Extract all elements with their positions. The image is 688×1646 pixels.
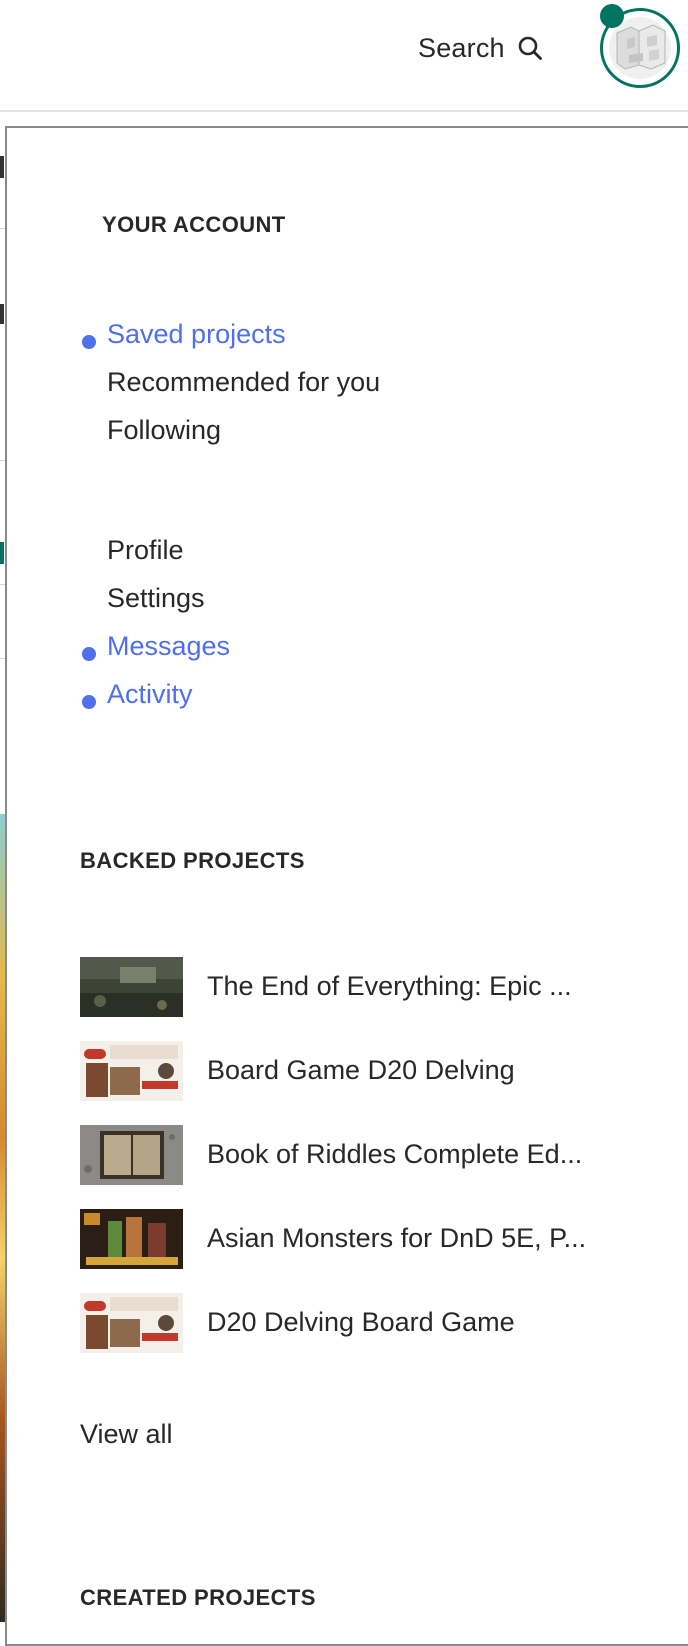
- menu-link-messages[interactable]: Messages: [107, 631, 230, 662]
- backed-project-item[interactable]: Board Game D20 Delving: [80, 1041, 640, 1101]
- search-button[interactable]: Search: [418, 28, 543, 68]
- project-title: Board Game D20 Delving: [207, 1055, 515, 1085]
- active-indicator: [82, 695, 96, 709]
- menu-link-settings[interactable]: Settings: [107, 583, 205, 614]
- menu-link-profile[interactable]: Profile: [107, 535, 184, 566]
- search-label: Search: [418, 32, 505, 63]
- your-account-heading: YOUR ACCOUNT: [102, 212, 286, 237]
- project-title: Asian Monsters for DnD 5E, P...: [207, 1223, 587, 1253]
- site-header: Search: [0, 0, 688, 112]
- notification-dot: [600, 4, 624, 28]
- view-all-link[interactable]: View all: [80, 1419, 173, 1450]
- project-thumbnail: [80, 957, 183, 1017]
- active-indicator: [82, 335, 96, 349]
- created-projects-heading: CREATED PROJECTS: [80, 1585, 316, 1610]
- project-thumbnail: [80, 1041, 183, 1101]
- backed-projects-heading: BACKED PROJECTS: [80, 848, 305, 873]
- backed-project-item[interactable]: Asian Monsters for DnD 5E, P...: [80, 1209, 640, 1269]
- avatar: [609, 17, 671, 79]
- backed-project-item[interactable]: Book of Riddles Complete Ed...: [80, 1125, 640, 1185]
- project-thumbnail: [80, 1209, 183, 1269]
- search-icon: [517, 35, 543, 61]
- project-title: Book of Riddles Complete Ed...: [207, 1139, 583, 1169]
- menu-link-saved-projects[interactable]: Saved projects: [107, 319, 286, 350]
- backed-project-item[interactable]: D20 Delving Board Game: [80, 1293, 640, 1353]
- active-indicator: [82, 647, 96, 661]
- menu-link-activity[interactable]: Activity: [107, 679, 193, 710]
- project-title: The End of Everything: Epic ...: [207, 971, 572, 1001]
- menu-link-following[interactable]: Following: [107, 415, 221, 446]
- project-title: D20 Delving Board Game: [207, 1307, 515, 1337]
- project-thumbnail: [80, 1125, 183, 1185]
- project-thumbnail: [80, 1293, 183, 1353]
- menu-link-recommended[interactable]: Recommended for you: [107, 367, 380, 398]
- backed-project-item[interactable]: The End of Everything: Epic ...: [80, 957, 640, 1017]
- account-dropdown-panel: YOUR ACCOUNT Saved projects Recommended …: [5, 126, 688, 1646]
